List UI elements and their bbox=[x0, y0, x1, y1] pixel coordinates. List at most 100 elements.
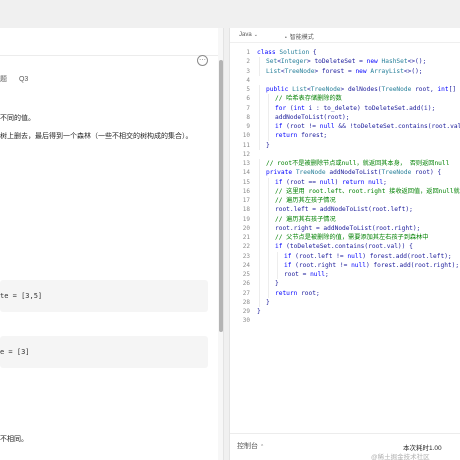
indent-guide bbox=[268, 177, 269, 187]
line-number: 11 bbox=[242, 141, 250, 149]
editor-toolbar: Java ⌄ • 智能模式 bbox=[230, 28, 460, 43]
line-number: 29 bbox=[242, 308, 250, 315]
indent-guide bbox=[259, 297, 260, 307]
code-line[interactable]: 25 root = null; bbox=[230, 270, 460, 280]
line-number: 10 bbox=[242, 132, 250, 140]
indent-guide bbox=[259, 223, 260, 233]
code-line[interactable]: 9 if (root != null && !toDeleteSet.contai… bbox=[230, 122, 460, 132]
indent-guide bbox=[268, 233, 269, 243]
code-text: if (root == null) return null; bbox=[275, 178, 387, 186]
code-line[interactable]: 18 root.left = addNodeToList(root.left); bbox=[230, 205, 460, 215]
code-line[interactable]: 22 if (toDeleteSet.contains(root.val)) { bbox=[230, 242, 460, 252]
code-text: } bbox=[257, 308, 261, 315]
code-line[interactable]: 1 class Solution { bbox=[230, 48, 460, 57]
indent-guide bbox=[268, 112, 269, 122]
indent-guide bbox=[277, 270, 278, 280]
code-line[interactable]: 13 // root不是被删除节点或null，就返回其本身， 否则返回null bbox=[230, 159, 460, 169]
problem-desc-line2: 树上删去，最后得到一个森林（一些不相交的树构成的集合）。 bbox=[0, 133, 193, 140]
problem-tags: 题 Q3 bbox=[0, 74, 28, 84]
editor-panel: Java ⌄ • 智能模式 1 class Solution {2 Set<Intege… bbox=[229, 28, 460, 460]
indent-guide bbox=[259, 288, 260, 298]
code-line[interactable]: 20 root.right = addNodeToList(root.right)… bbox=[230, 223, 460, 233]
indent-guide bbox=[277, 260, 278, 270]
line-number: 15 bbox=[242, 178, 250, 186]
code-line[interactable]: 17 // 遍历其左孩子情况 bbox=[230, 196, 460, 206]
console-label: 控制台 bbox=[237, 443, 258, 450]
code-line[interactable]: 6 // 哈希表存储删除的数 bbox=[230, 94, 460, 104]
code-line[interactable]: 15 if (root == null) return null; bbox=[230, 177, 460, 187]
code-line[interactable]: 28} bbox=[230, 297, 460, 307]
line-number: 22 bbox=[242, 243, 250, 251]
indent-guide bbox=[268, 260, 269, 270]
line-number: 27 bbox=[242, 289, 250, 297]
code-editor[interactable]: 1 class Solution {2 Set<Integer> toDeleteS… bbox=[230, 48, 460, 348]
code-line[interactable]: 19 // 遍历其右孩子情况 bbox=[230, 214, 460, 224]
code-line[interactable]: 30 bbox=[230, 316, 460, 325]
code-line[interactable]: 11} bbox=[230, 140, 460, 150]
indent-guide bbox=[259, 214, 260, 224]
indent-guide bbox=[259, 270, 260, 280]
indent-guide bbox=[259, 205, 260, 215]
line-number: 6 bbox=[246, 95, 250, 103]
code-line[interactable]: 12 bbox=[230, 150, 460, 159]
indent-guide bbox=[268, 122, 269, 132]
code-line[interactable]: 21 // 父节点是被删除的值，需要添加其左右孩子到森林中 bbox=[230, 233, 460, 243]
code-text: root = null; bbox=[284, 271, 329, 278]
code-line[interactable]: 16 // 这里用 root.left、root.right 接收返回值，返回nu… bbox=[230, 186, 460, 196]
line-number: 25 bbox=[242, 271, 250, 278]
code-text: class Solution { bbox=[257, 49, 317, 56]
code-line[interactable]: 2 Set<Integer> toDeleteSet = new HashSet<… bbox=[230, 57, 460, 67]
line-number: 2 bbox=[246, 58, 250, 66]
code-text: // 遍历其右孩子情况 bbox=[275, 215, 336, 223]
code-line[interactable]: 14 private TreeNode addNodeToList(TreeNod… bbox=[230, 168, 460, 178]
indent-guide bbox=[277, 251, 278, 261]
problem-desc-line1: 不同的值。 bbox=[0, 115, 35, 122]
indent-guide bbox=[268, 186, 269, 196]
code-line[interactable]: 4 bbox=[230, 76, 460, 85]
code-line[interactable]: 7 for (int i : to_delete) toDeleteSet.add… bbox=[230, 103, 460, 113]
indent-guide bbox=[268, 103, 269, 113]
problem-footer-line: 不相同。 bbox=[0, 436, 28, 443]
code-line[interactable]: 24 if (root.right != null) forest.add(roo… bbox=[230, 260, 460, 270]
example-1-box: te = [3,5] bbox=[0, 280, 208, 312]
code-line[interactable]: 8 addNodeToList(root); bbox=[230, 112, 460, 122]
indent-guide bbox=[268, 196, 269, 206]
code-text: for (int i : to_delete) toDeleteSet.add(… bbox=[275, 104, 436, 112]
line-number: 4 bbox=[246, 76, 250, 84]
line-number: 12 bbox=[242, 150, 250, 158]
indent-guide bbox=[268, 223, 269, 233]
smart-mode-label: 智能模式 bbox=[289, 35, 314, 41]
line-number: 5 bbox=[246, 86, 250, 93]
line-number: 23 bbox=[242, 252, 250, 260]
example-1-text: te = [3,5] bbox=[0, 292, 43, 300]
code-text: return forest; bbox=[275, 132, 328, 140]
smart-mode-toggle[interactable]: • 智能模式 bbox=[285, 32, 314, 41]
indent-guide bbox=[259, 94, 260, 104]
more-options-icon[interactable]: ⋯ bbox=[197, 55, 208, 66]
code-text: } bbox=[275, 280, 279, 288]
code-text: addNodeToList(root); bbox=[275, 113, 350, 121]
smart-mode-dot-icon: • bbox=[285, 35, 287, 41]
watermark-text: @稀土掘金技术社区 bbox=[371, 454, 430, 460]
code-line[interactable]: 3 List<TreeNode> forest = new ArrayList<>… bbox=[230, 66, 460, 76]
indent-guide bbox=[259, 112, 260, 122]
indent-guide bbox=[259, 251, 260, 261]
code-text: // 这里用 root.left、root.right 接收返回值，返回null… bbox=[275, 187, 460, 195]
code-text: return root; bbox=[275, 289, 320, 297]
indent-guide bbox=[268, 279, 269, 289]
code-line[interactable]: 23 if (root.left != null) forest.add(root… bbox=[230, 251, 460, 261]
code-line[interactable]: 29} bbox=[230, 307, 460, 316]
problem-scrollbar-thumb[interactable] bbox=[219, 60, 223, 332]
chevron-up-icon: ⌃ bbox=[260, 444, 265, 450]
console-toggle[interactable]: 控制台 ⌃ bbox=[237, 441, 264, 451]
line-number: 1 bbox=[246, 49, 250, 56]
indent-guide bbox=[268, 251, 269, 261]
code-text: // 父节点是被删除的值，需要添加其左右孩子到森林中 bbox=[275, 234, 429, 241]
line-number: 8 bbox=[246, 113, 250, 121]
code-line[interactable]: 10 return forest; bbox=[230, 131, 460, 141]
code-line[interactable]: 27 return root; bbox=[230, 288, 460, 298]
code-line[interactable]: 26} bbox=[230, 279, 460, 289]
language-select[interactable]: Java ⌄ bbox=[239, 32, 258, 38]
code-line[interactable]: 5 public List<TreeNode> delNodes(TreeNode… bbox=[230, 85, 460, 95]
line-number: 7 bbox=[246, 104, 250, 112]
